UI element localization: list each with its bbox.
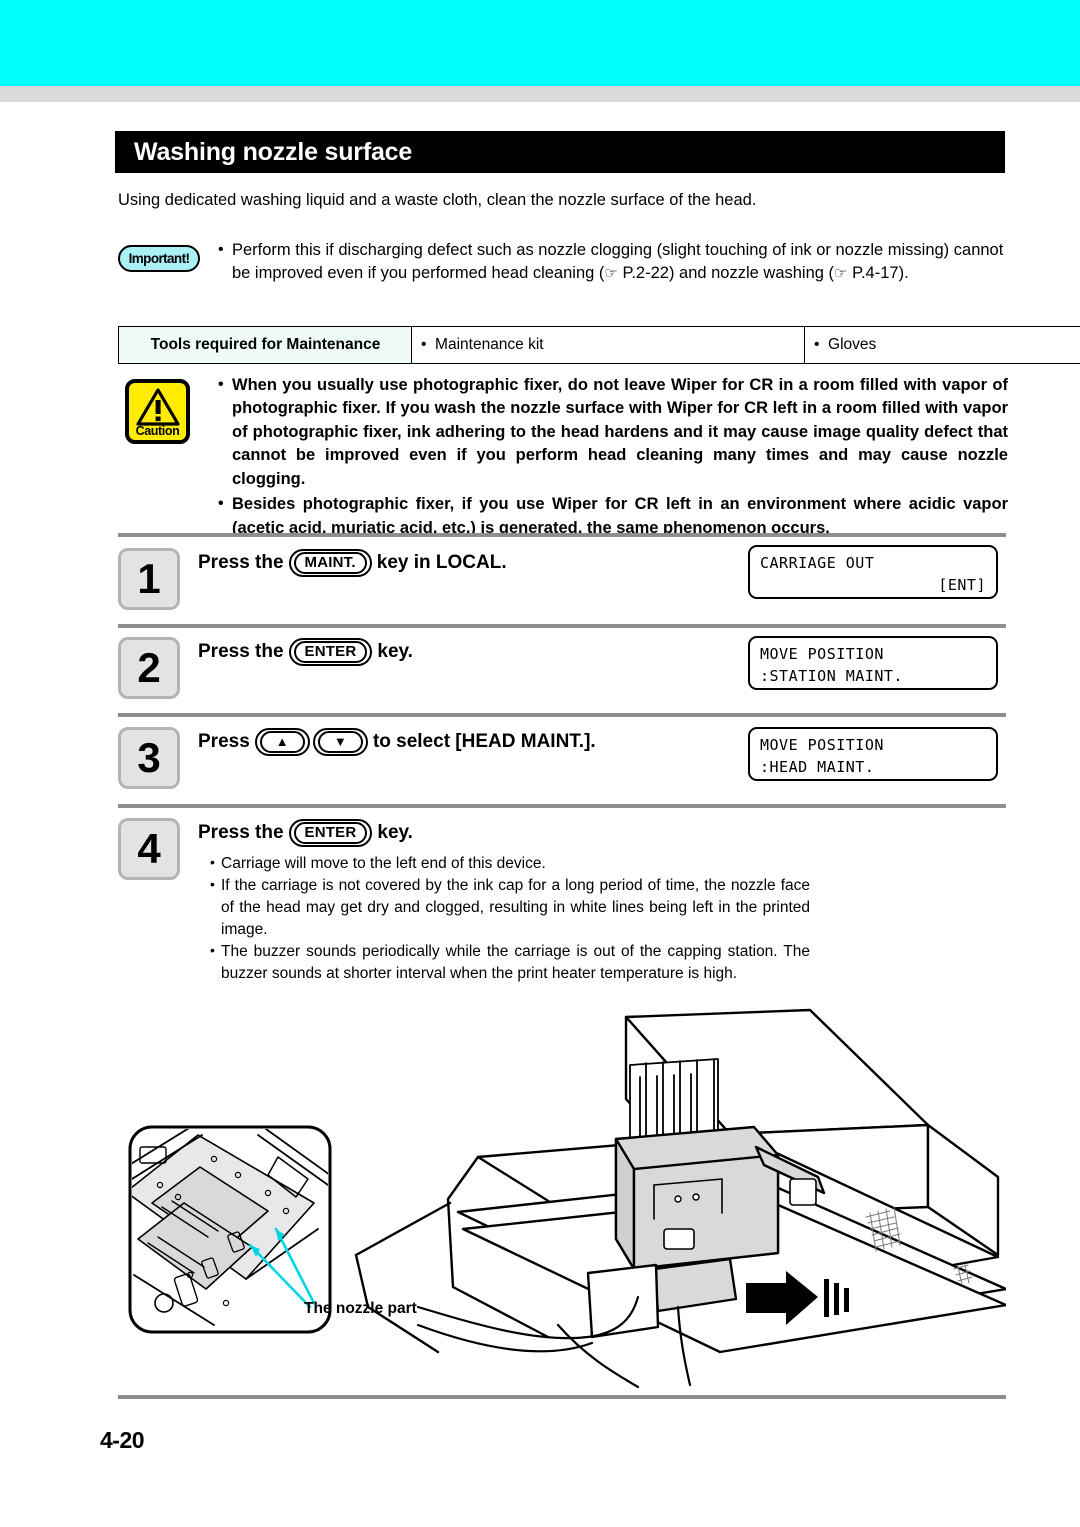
lcd-line-2: :STATION MAINT. bbox=[760, 667, 903, 686]
section-title-bar: Washing nozzle surface bbox=[115, 131, 1005, 173]
enter-key-button[interactable]: ENTER bbox=[288, 819, 373, 847]
maint-key-button[interactable]: MAINT. bbox=[288, 549, 372, 577]
tools-item-label: Maintenance kit bbox=[435, 335, 544, 353]
nozzle-part-callout-label: The nozzle part bbox=[304, 1300, 417, 1317]
lcd-line-2: [ENT] bbox=[938, 576, 986, 595]
pointing-hand-icon: ☞ bbox=[604, 264, 618, 282]
important-ref-1: P.2-22 bbox=[622, 263, 669, 282]
step-number-badge: 2 bbox=[118, 637, 180, 699]
caution-bullet-text: When you usually use photographic fixer,… bbox=[232, 376, 1008, 488]
bullet-marker: • bbox=[218, 241, 224, 258]
bullet-marker: • bbox=[210, 854, 215, 870]
step-note: If the carriage is not covered by the in… bbox=[221, 877, 810, 938]
important-note-block: Important! • Perform this if discharging… bbox=[118, 239, 1008, 285]
enter-key-button[interactable]: ENTER bbox=[288, 638, 373, 666]
caution-note-block: Caution • When you usually use photograp… bbox=[118, 374, 1008, 540]
printer-carriage-diagram: The nozzle part bbox=[128, 1008, 1008, 1389]
caution-icon: Caution bbox=[125, 379, 190, 444]
enter-key-label: ENTER bbox=[293, 641, 368, 663]
pointing-hand-icon: ☞ bbox=[834, 264, 848, 282]
bullet-marker: • bbox=[218, 376, 224, 393]
lcd-line-2: :HEAD MAINT. bbox=[760, 758, 875, 777]
tools-item-label: Gloves bbox=[828, 335, 877, 353]
enter-key-label: ENTER bbox=[293, 822, 368, 844]
step-4-notes: • Carriage will move to the left end of … bbox=[210, 853, 810, 985]
arrow-down-key-button[interactable]: ▼ bbox=[312, 728, 368, 756]
lcd-line-1: CARRIAGE OUT bbox=[760, 554, 875, 572]
step-4: 4 Press the ENTER key. • Carriage will m… bbox=[118, 818, 1006, 985]
important-bullet-text: Perform this if discharging defect such … bbox=[232, 239, 1008, 285]
tools-item-cell: • Gloves bbox=[804, 326, 1080, 364]
step-number-badge: 3 bbox=[118, 727, 180, 789]
step-separator bbox=[118, 713, 1006, 717]
bullet-marker: • bbox=[218, 495, 224, 513]
nozzle-closeup-inset bbox=[128, 1125, 332, 1334]
important-text-part3: ). bbox=[898, 263, 909, 282]
page-title: Washing nozzle surface bbox=[134, 137, 413, 166]
top-color-band bbox=[0, 0, 1080, 86]
step-text-after: key in LOCAL. bbox=[376, 552, 507, 573]
caution-icon-label: Caution bbox=[135, 424, 180, 438]
arrow-up-icon: ▲ bbox=[259, 731, 305, 753]
tools-item-cell: • Maintenance kit bbox=[411, 326, 805, 364]
bullet-marker: • bbox=[210, 942, 215, 958]
lcd-line-1: MOVE POSITION bbox=[760, 736, 884, 754]
step-number-badge: 4 bbox=[118, 818, 180, 880]
arrow-up-key-button[interactable]: ▲ bbox=[254, 728, 310, 756]
step-note: The buzzer sounds periodically while the… bbox=[221, 943, 810, 982]
important-note-body: • Perform this if discharging defect suc… bbox=[218, 239, 1008, 285]
maint-key-label: MAINT. bbox=[293, 552, 367, 574]
bullet-marker: • bbox=[210, 876, 215, 892]
step-note: Carriage will move to the left end of th… bbox=[221, 855, 546, 872]
lcd-display-step2: MOVE POSITION :STATION MAINT. bbox=[748, 636, 998, 690]
step-text-after: to select [HEAD MAINT.]. bbox=[372, 731, 596, 752]
step-number-badge: 1 bbox=[118, 548, 180, 610]
warning-triangle-icon bbox=[135, 388, 180, 426]
top-gray-band bbox=[0, 86, 1080, 102]
step-separator bbox=[118, 804, 1006, 808]
step-text-before: Press the bbox=[198, 552, 284, 573]
arrow-down-icon: ▼ bbox=[317, 731, 363, 753]
document-page: Washing nozzle surface Using dedicated w… bbox=[0, 102, 1080, 1527]
nozzle-illustration: The nozzle part bbox=[118, 1007, 1008, 1392]
step-instruction: Press the ENTER key. bbox=[198, 818, 1006, 848]
footer-separator bbox=[118, 1395, 1006, 1399]
step-text-after: key. bbox=[377, 641, 413, 662]
tools-table-header: Tools required for Maintenance bbox=[118, 326, 412, 364]
tools-required-table: Tools required for Maintenance • Mainten… bbox=[118, 326, 1080, 364]
important-icon: Important! bbox=[118, 245, 200, 272]
page-number: 4-20 bbox=[100, 1427, 145, 1453]
lcd-line-1: MOVE POSITION bbox=[760, 645, 884, 663]
step-text-before: Press bbox=[198, 731, 250, 752]
table-row: Tools required for Maintenance • Mainten… bbox=[118, 326, 1080, 364]
step-text-after: key. bbox=[377, 822, 413, 843]
important-text-part2: ) and nozzle washing ( bbox=[668, 263, 835, 282]
step-text-before: Press the bbox=[198, 822, 284, 843]
step-separator bbox=[118, 624, 1006, 628]
step-text-before: Press the bbox=[198, 641, 284, 662]
step-separator bbox=[118, 533, 1006, 537]
intro-paragraph: Using dedicated washing liquid and a was… bbox=[118, 191, 757, 209]
lcd-display-step3: MOVE POSITION :HEAD MAINT. bbox=[748, 727, 998, 781]
important-ref-2: P.4-17 bbox=[852, 263, 899, 282]
lcd-display-step1: CARRIAGE OUT [ENT] bbox=[748, 545, 998, 599]
caution-note-body: • When you usually use photographic fixe… bbox=[218, 374, 1008, 540]
